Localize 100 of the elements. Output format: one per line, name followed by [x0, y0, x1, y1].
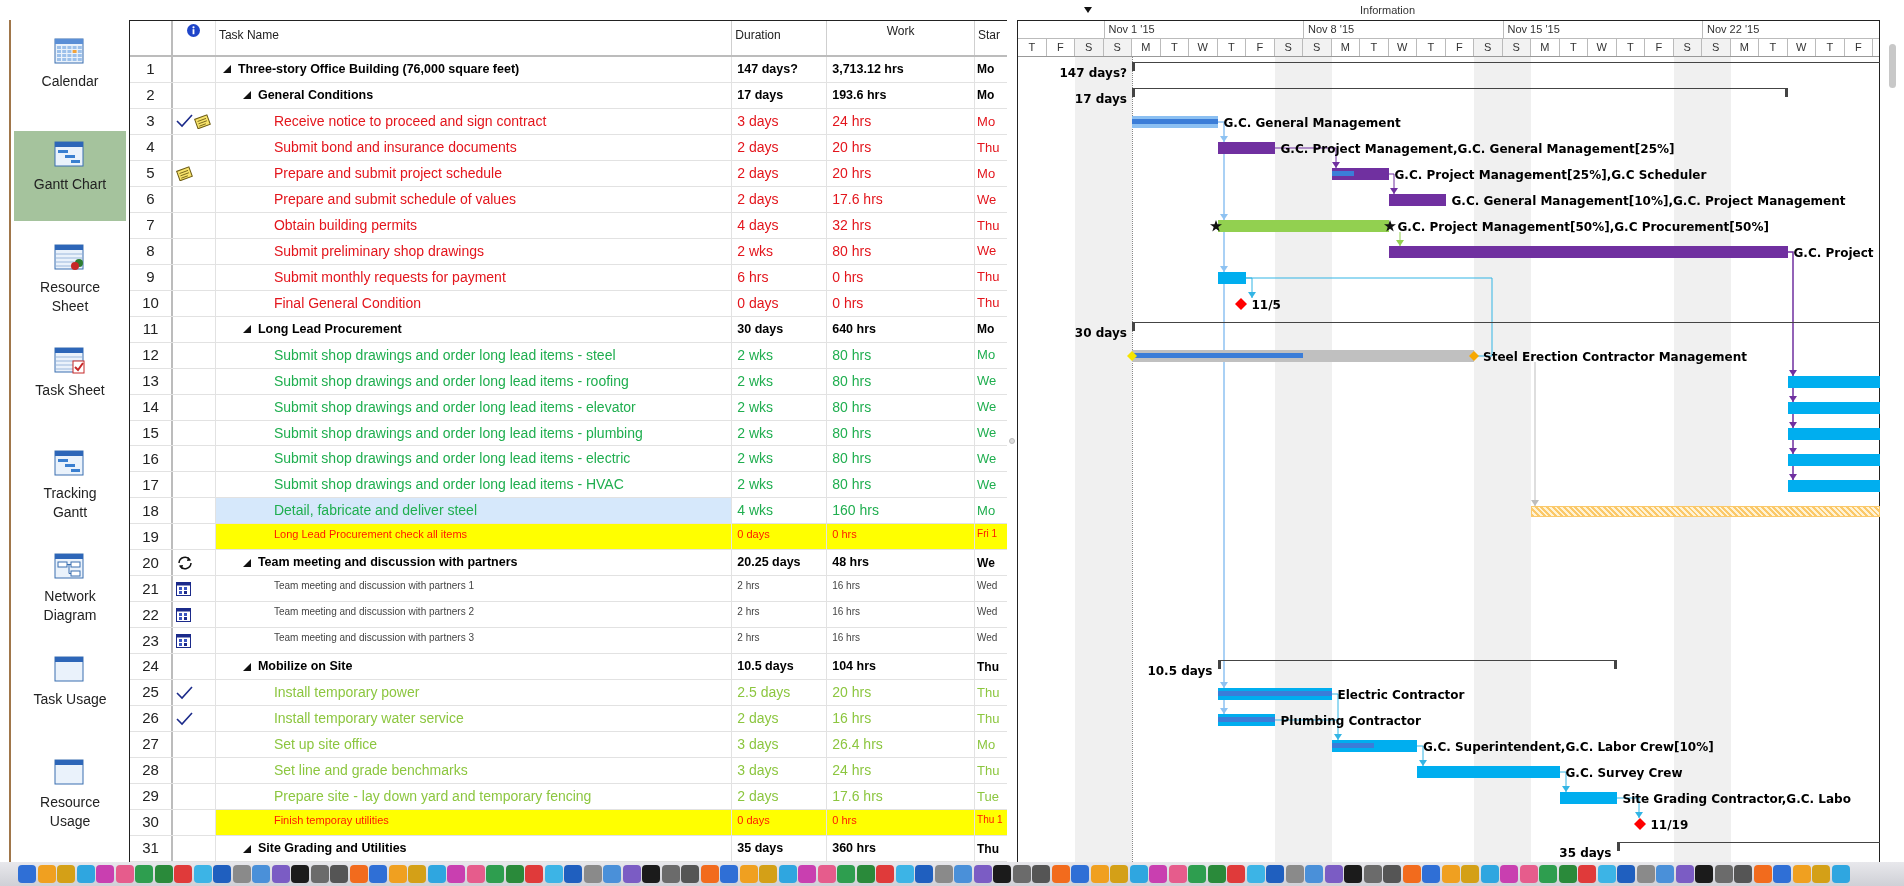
row-number: 20 — [130, 550, 173, 576]
app-icon[interactable] — [681, 865, 699, 883]
hatched-task-bar[interactable] — [1531, 505, 1880, 517]
summary-bar[interactable] — [1132, 87, 1788, 97]
bar-label: 30 days — [1074, 324, 1127, 342]
duration-value: 2 wks — [737, 397, 774, 417]
view-button[interactable]: Network Diagram — [14, 543, 126, 633]
app-icon[interactable] — [1324, 865, 1343, 883]
app-icon[interactable] — [1675, 865, 1694, 883]
view-button[interactable]: Task Sheet — [14, 337, 126, 427]
collapse-triangle-icon[interactable] — [221, 64, 232, 75]
start-value: Mo — [977, 61, 995, 79]
app-icon[interactable] — [1012, 865, 1031, 883]
app-icon[interactable] — [1383, 865, 1401, 883]
task-bar[interactable] — [1132, 115, 1218, 128]
app-icon[interactable] — [564, 865, 582, 883]
app-icon[interactable] — [330, 865, 348, 883]
start-value: We — [977, 398, 997, 417]
duration-value: 0 days — [737, 813, 770, 829]
column-header[interactable]: Work — [886, 22, 915, 55]
app-icon[interactable] — [642, 865, 660, 883]
collapse-triangle-icon[interactable] — [241, 557, 252, 568]
app-icon[interactable] — [1344, 865, 1362, 883]
milestone-diamond-icon[interactable] — [1234, 297, 1247, 310]
start-value: Thu — [977, 216, 1000, 235]
row-number: 18 — [130, 498, 173, 524]
task-bar[interactable] — [1331, 739, 1417, 752]
app-icon[interactable] — [291, 865, 309, 883]
app-icon[interactable] — [973, 865, 992, 883]
task-bar[interactable] — [1217, 141, 1275, 154]
app-icon[interactable] — [154, 865, 173, 883]
summary-bar[interactable] — [1132, 61, 1880, 71]
work-value: 48 hrs — [832, 554, 870, 572]
app-icon[interactable] — [993, 865, 1011, 883]
bar-label: G.C. Project Management,G.C. General Management[25%] — [1280, 140, 1675, 158]
task-bar[interactable] — [1388, 245, 1788, 258]
row-number: 24 — [130, 654, 173, 680]
calendar-icon — [175, 581, 191, 596]
app-icon[interactable] — [915, 865, 933, 883]
work-value: 80 hrs — [832, 397, 872, 417]
app-icon[interactable] — [1734, 865, 1752, 883]
summary-bar[interactable] — [1217, 659, 1617, 669]
duration-value: 2 hrs — [737, 579, 760, 594]
duration-value: 2 days — [737, 787, 779, 807]
summary-bar[interactable] — [1616, 841, 1880, 851]
app-icon[interactable] — [310, 865, 329, 883]
view-button[interactable]: Resource Sheet — [14, 234, 126, 324]
app-icon[interactable] — [1617, 865, 1635, 883]
work-value: 80 hrs — [832, 371, 872, 391]
duration-value: 4 wks — [737, 501, 774, 521]
duration-value: 2 hrs — [737, 605, 760, 620]
view-button[interactable]: Task Usage — [14, 646, 126, 736]
start-value: We — [977, 450, 997, 469]
collapse-triangle-icon[interactable] — [241, 843, 252, 854]
column-header[interactable]: Task Name — [218, 28, 279, 42]
row-number: 8 — [130, 238, 173, 264]
scrollbar-thumb[interactable] — [1888, 44, 1896, 88]
app-icon[interactable] — [1695, 865, 1713, 883]
app-icon[interactable] — [505, 865, 524, 883]
app-icon[interactable] — [1207, 865, 1226, 883]
collapse-triangle-icon[interactable] — [241, 661, 252, 672]
bar-label: Electric Contractor — [1337, 686, 1465, 704]
work-value: 80 hrs — [832, 345, 872, 365]
task-name: Finish temporay utilities — [273, 813, 389, 829]
row-number: 14 — [130, 394, 173, 420]
view-button[interactable]: Resource Usage — [14, 749, 126, 839]
duration-value: 20.25 days — [737, 554, 801, 572]
column-header[interactable]: Duration — [735, 28, 781, 42]
task-name: Install temporary power — [273, 683, 420, 703]
app-icon[interactable] — [1558, 865, 1577, 883]
collapse-triangle-icon[interactable] — [241, 324, 252, 335]
summary-bar[interactable] — [1132, 321, 1880, 331]
app-icon[interactable] — [271, 865, 290, 883]
work-value: 20 hrs — [832, 683, 872, 703]
splitter-handle-icon[interactable] — [1009, 438, 1015, 444]
app-icon[interactable] — [1363, 865, 1382, 883]
task-bar[interactable] — [1217, 713, 1275, 726]
app-icon[interactable] — [661, 865, 680, 883]
row-number: 28 — [130, 758, 173, 784]
app-icon[interactable] — [622, 865, 641, 883]
app-icon[interactable] — [1032, 865, 1050, 883]
task-name: Submit preliminary shop drawings — [273, 241, 484, 261]
task-bar[interactable] — [1132, 349, 1474, 362]
task-name: Three-story Office Building (76,000 square feet) — [237, 61, 520, 79]
app-icon[interactable] — [213, 865, 231, 883]
work-value: 24 hrs — [832, 761, 872, 781]
task-bar[interactable] — [1217, 687, 1332, 700]
milestone-diamond-icon[interactable] — [1633, 817, 1646, 830]
start-value: Thu — [977, 761, 1000, 780]
view-button[interactable]: Gantt Chart — [14, 131, 126, 221]
start-value: Thu — [977, 709, 1000, 728]
bar-label: 11/5 — [1251, 296, 1281, 314]
app-icon[interactable] — [856, 865, 875, 883]
collapse-triangle-icon[interactable] — [241, 90, 252, 101]
column-header[interactable]: Star — [978, 28, 1001, 42]
app-icon[interactable] — [1266, 865, 1284, 883]
row-number: 5 — [130, 160, 173, 186]
app-icon[interactable] — [1714, 865, 1733, 883]
view-button[interactable]: Calendar — [14, 28, 126, 118]
view-button[interactable]: Tracking Gantt — [14, 440, 126, 530]
